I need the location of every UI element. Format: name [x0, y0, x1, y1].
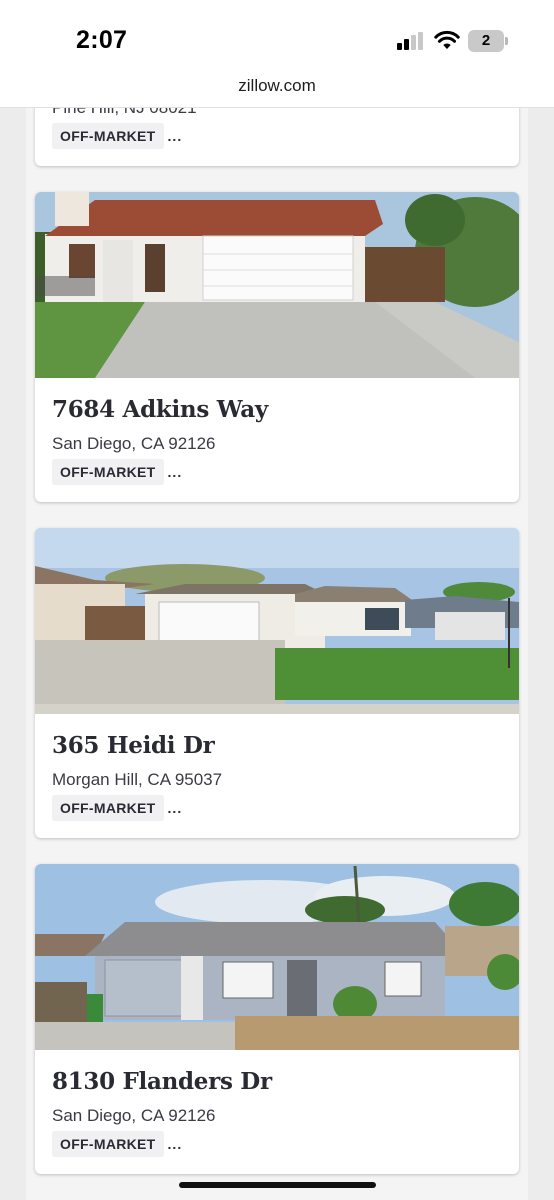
- wifi-icon: [434, 30, 460, 49]
- address-bar[interactable]: zillow.com: [0, 72, 554, 108]
- more-icon[interactable]: ...: [168, 464, 183, 480]
- battery-level: 2: [481, 32, 491, 49]
- off-market-badge: OFF-MARKET: [52, 795, 164, 821]
- off-market-badge: OFF-MARKET: [52, 459, 164, 485]
- off-market-badge: OFF-MARKET: [52, 1131, 164, 1157]
- more-icon[interactable]: ...: [168, 800, 183, 816]
- listing-photo[interactable]: [35, 864, 519, 1050]
- listing-card[interactable]: 365 Heidi Dr Morgan Hill, CA 95037 OFF-M…: [35, 528, 519, 838]
- listing-city: San Diego, CA 92126: [52, 434, 216, 453]
- listing-city: Pine Hill, NJ 08021: [52, 108, 197, 118]
- status-time: 2:07: [76, 26, 128, 54]
- more-icon[interactable]: ...: [168, 1136, 183, 1152]
- listing-card[interactable]: Pine Hill, NJ 08021 OFF-MARKET ...: [35, 108, 519, 166]
- listing-city: Morgan Hill, CA 95037: [52, 770, 223, 789]
- status-bar: 2:07 2: [0, 0, 554, 72]
- battery-icon: 2: [468, 30, 508, 52]
- listing-feed[interactable]: Pine Hill, NJ 08021 OFF-MARKET ...: [26, 108, 528, 1200]
- listing-card[interactable]: 7684 Adkins Way San Diego, CA 92126 OFF-…: [35, 192, 519, 502]
- listing-address[interactable]: 8130 Flanders Dr: [52, 1068, 272, 1095]
- more-icon[interactable]: ...: [168, 128, 183, 144]
- listing-photo[interactable]: [35, 528, 519, 714]
- listing-city: San Diego, CA 92126: [52, 1106, 216, 1125]
- cellular-signal-icon: [397, 32, 425, 50]
- listing-card[interactable]: 8130 Flanders Dr San Diego, CA 92126 OFF…: [35, 864, 519, 1174]
- off-market-badge: OFF-MARKET: [52, 123, 164, 149]
- listing-address[interactable]: 365 Heidi Dr: [52, 732, 215, 759]
- home-indicator[interactable]: [179, 1182, 376, 1188]
- listing-photo[interactable]: [35, 192, 519, 378]
- url-text[interactable]: zillow.com: [0, 76, 554, 96]
- listing-address[interactable]: 7684 Adkins Way: [52, 396, 268, 423]
